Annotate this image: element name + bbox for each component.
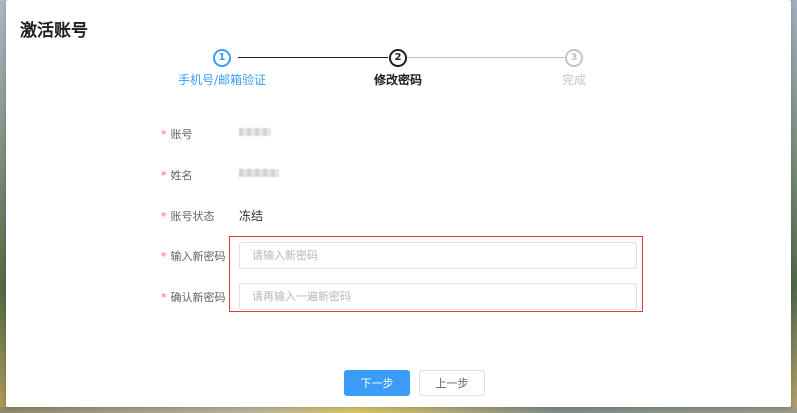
name-label: * 姓名 xyxy=(161,169,193,182)
account-value-redacted xyxy=(239,128,271,136)
progress-steps: 1 2 3 手机号/邮箱验证 修改密码 完成 xyxy=(6,48,791,88)
new-password-input[interactable] xyxy=(239,242,637,269)
step-3-circle: 3 xyxy=(565,49,583,67)
status-value: 冻结 xyxy=(239,209,264,223)
prev-step-button[interactable]: 上一步 xyxy=(419,370,485,396)
dialog-title: 激活账号 xyxy=(20,21,88,41)
confirm-password-label: * 确认新密码 xyxy=(161,291,226,304)
step-3-label: 完成 xyxy=(561,73,587,87)
status-label: * 账号状态 xyxy=(161,210,215,223)
name-value-redacted xyxy=(239,169,279,177)
step-2-circle: 2 xyxy=(389,49,407,67)
step-1-label: 手机号/邮箱验证 xyxy=(177,73,267,87)
account-label: * 账号 xyxy=(161,128,193,141)
background-edge-bottom xyxy=(0,407,797,413)
activate-account-dialog: 激活账号 1 2 3 手机号/邮箱验证 修改密码 完成 * 账号 * 姓名 * 账号状… xyxy=(6,0,791,407)
new-password-label: * 输入新密码 xyxy=(161,250,226,263)
step-connector-2 xyxy=(406,57,566,58)
background-edge-right xyxy=(791,0,797,413)
step-1-circle: 1 xyxy=(213,49,231,67)
step-2-label: 修改密码 xyxy=(373,73,423,87)
next-step-button[interactable]: 下一步 xyxy=(344,370,410,396)
step-connector-1 xyxy=(238,57,388,58)
confirm-password-input[interactable] xyxy=(239,283,637,310)
